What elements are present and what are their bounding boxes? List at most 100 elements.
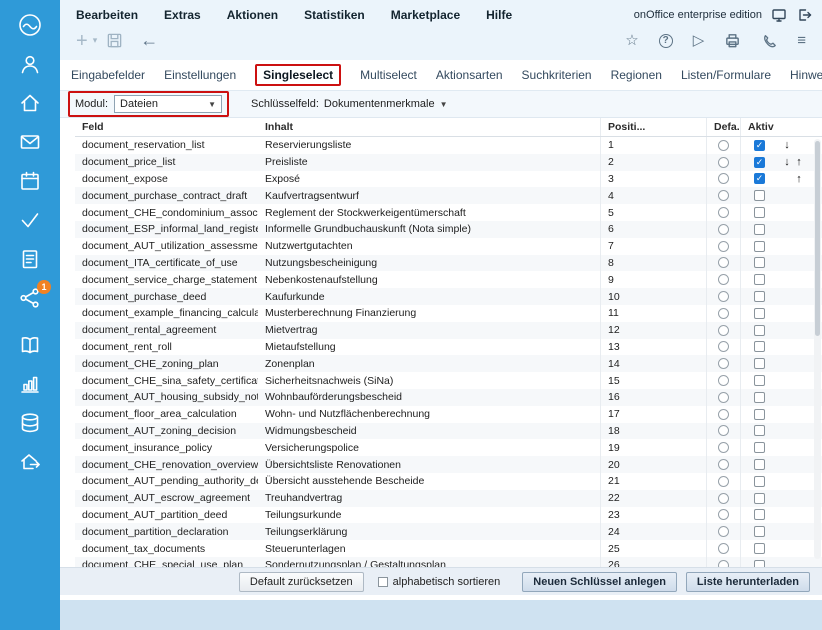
active-checkbox[interactable] [754,425,765,436]
favorite-star-icon[interactable]: ☆ [625,33,638,48]
table-row[interactable]: document_insurance_policyVersicherungspo… [75,439,822,456]
tab-listen-formulare[interactable]: Listen/Formulare [681,68,771,82]
active-checkbox[interactable] [754,173,765,184]
active-checkbox[interactable] [754,241,765,252]
add-dropdown-icon[interactable]: ▾ [93,35,98,46]
active-checkbox[interactable] [754,157,765,168]
knowledge-icon[interactable] [16,332,44,358]
default-radio[interactable] [718,308,729,319]
active-checkbox[interactable] [754,442,765,453]
menu-marketplace[interactable]: Marketplace [391,8,460,22]
sort-checkbox[interactable] [378,577,388,587]
menu-hamburger-icon[interactable]: ≡ [797,33,806,48]
play-icon[interactable]: ▷ [693,33,705,48]
property-export-icon[interactable] [16,449,44,475]
table-row[interactable]: document_service_charge_statementNebenko… [75,271,822,288]
email-icon[interactable] [16,129,44,155]
onoffice-logo-icon[interactable] [16,12,44,38]
table-row[interactable]: document_AUT_partition_deedTeilungsurkun… [75,507,822,524]
default-radio[interactable] [718,392,729,403]
default-radio[interactable] [718,493,729,504]
default-radio[interactable] [718,375,729,386]
tab-multiselect[interactable]: Multiselect [360,68,417,82]
default-radio[interactable] [718,341,729,352]
move-up-icon[interactable]: ↑ [794,173,804,185]
tab-hinweise[interactable]: Hinweise [790,68,822,82]
help-icon[interactable]: ? [659,34,673,48]
table-row[interactable]: document_partition_declarationTeilungser… [75,523,822,540]
table-row[interactable]: document_CHE_sina_safety_certificateSich… [75,372,822,389]
table-row[interactable]: document_reservation_listReservierungsli… [75,137,822,154]
table-row[interactable]: document_CHE_special_use_planSondernutzu… [75,557,822,567]
move-down-icon[interactable]: ↓ [782,156,792,168]
files-icon[interactable] [16,246,44,272]
tab-singleselect[interactable]: Singleselect [255,64,341,86]
active-checkbox[interactable] [754,476,765,487]
active-checkbox[interactable] [754,392,765,403]
reset-default-button[interactable]: Default zurücksetzen [239,572,364,592]
active-checkbox[interactable] [754,560,765,567]
active-checkbox[interactable] [754,409,765,420]
add-icon[interactable]: + [76,31,88,51]
active-checkbox[interactable] [754,543,765,554]
table-row[interactable]: document_rent_rollMietaufstellung13↓↑ [75,339,822,356]
default-radio[interactable] [718,476,729,487]
database-icon[interactable] [16,410,44,436]
active-checkbox[interactable] [754,375,765,386]
save-icon[interactable] [106,32,123,49]
default-radio[interactable] [718,241,729,252]
phone-icon[interactable] [761,33,777,49]
menu-bearbeiten[interactable]: Bearbeiten [76,8,138,22]
menu-statistiken[interactable]: Statistiken [304,8,365,22]
active-checkbox[interactable] [754,341,765,352]
move-up-icon[interactable]: ↑ [794,156,804,168]
table-row[interactable]: document_example_financing_calculationMu… [75,305,822,322]
logout-icon[interactable] [796,7,812,23]
table-row[interactable]: document_ESP_informal_land_register_extI… [75,221,822,238]
calendar-icon[interactable] [16,168,44,194]
tab-regionen[interactable]: Regionen [611,68,662,82]
table-row[interactable]: document_AUT_pending_authority_decisionÜ… [75,473,822,490]
active-checkbox[interactable] [754,493,765,504]
tab-aktionsarten[interactable]: Aktionsarten [436,68,503,82]
default-radio[interactable] [718,325,729,336]
table-row[interactable]: document_price_listPreisliste2↓↑ [75,154,822,171]
table-row[interactable]: document_purchase_contract_draftKaufvert… [75,187,822,204]
default-radio[interactable] [718,409,729,420]
active-checkbox[interactable] [754,207,765,218]
modul-select[interactable]: Dateien ▼ [114,95,222,113]
download-list-button[interactable]: Liste herunterladen [686,572,810,592]
default-radio[interactable] [718,257,729,268]
active-checkbox[interactable] [754,358,765,369]
active-checkbox[interactable] [754,509,765,520]
tab-eingabefelder[interactable]: Eingabefelder [71,68,145,82]
table-row[interactable]: document_AUT_housing_subsidy_noticeWohnb… [75,389,822,406]
table-row[interactable]: document_floor_area_calculationWohn- und… [75,406,822,423]
active-checkbox[interactable] [754,526,765,537]
default-radio[interactable] [718,358,729,369]
back-icon[interactable]: ← [140,30,158,51]
default-radio[interactable] [718,543,729,554]
printer-icon[interactable] [724,32,741,49]
table-row[interactable]: document_AUT_escrow_agreementTreuhandver… [75,490,822,507]
scrollbar-thumb[interactable] [815,141,820,336]
table-row[interactable]: document_CHE_renovation_overviewÜbersich… [75,456,822,473]
tasks-icon[interactable] [16,207,44,233]
active-checkbox[interactable] [754,274,765,285]
default-radio[interactable] [718,509,729,520]
statistics-icon[interactable] [16,371,44,397]
default-radio[interactable] [718,207,729,218]
contacts-icon[interactable] [16,51,44,77]
default-radio[interactable] [718,274,729,285]
tab-einstellungen[interactable]: Einstellungen [164,68,236,82]
screen-icon[interactable] [771,7,787,23]
default-radio[interactable] [718,224,729,235]
active-checkbox[interactable] [754,308,765,319]
default-radio[interactable] [718,560,729,567]
table-row[interactable]: document_rental_agreementMietvertrag12↓↑ [75,322,822,339]
active-checkbox[interactable] [754,140,765,151]
table-row[interactable]: document_AUT_zoning_decisionWidmungsbesc… [75,423,822,440]
table-row[interactable]: document_purchase_deedKaufurkunde10↓↑ [75,288,822,305]
default-radio[interactable] [718,173,729,184]
table-row[interactable]: document_ITA_certificate_of_useNutzungsb… [75,255,822,272]
